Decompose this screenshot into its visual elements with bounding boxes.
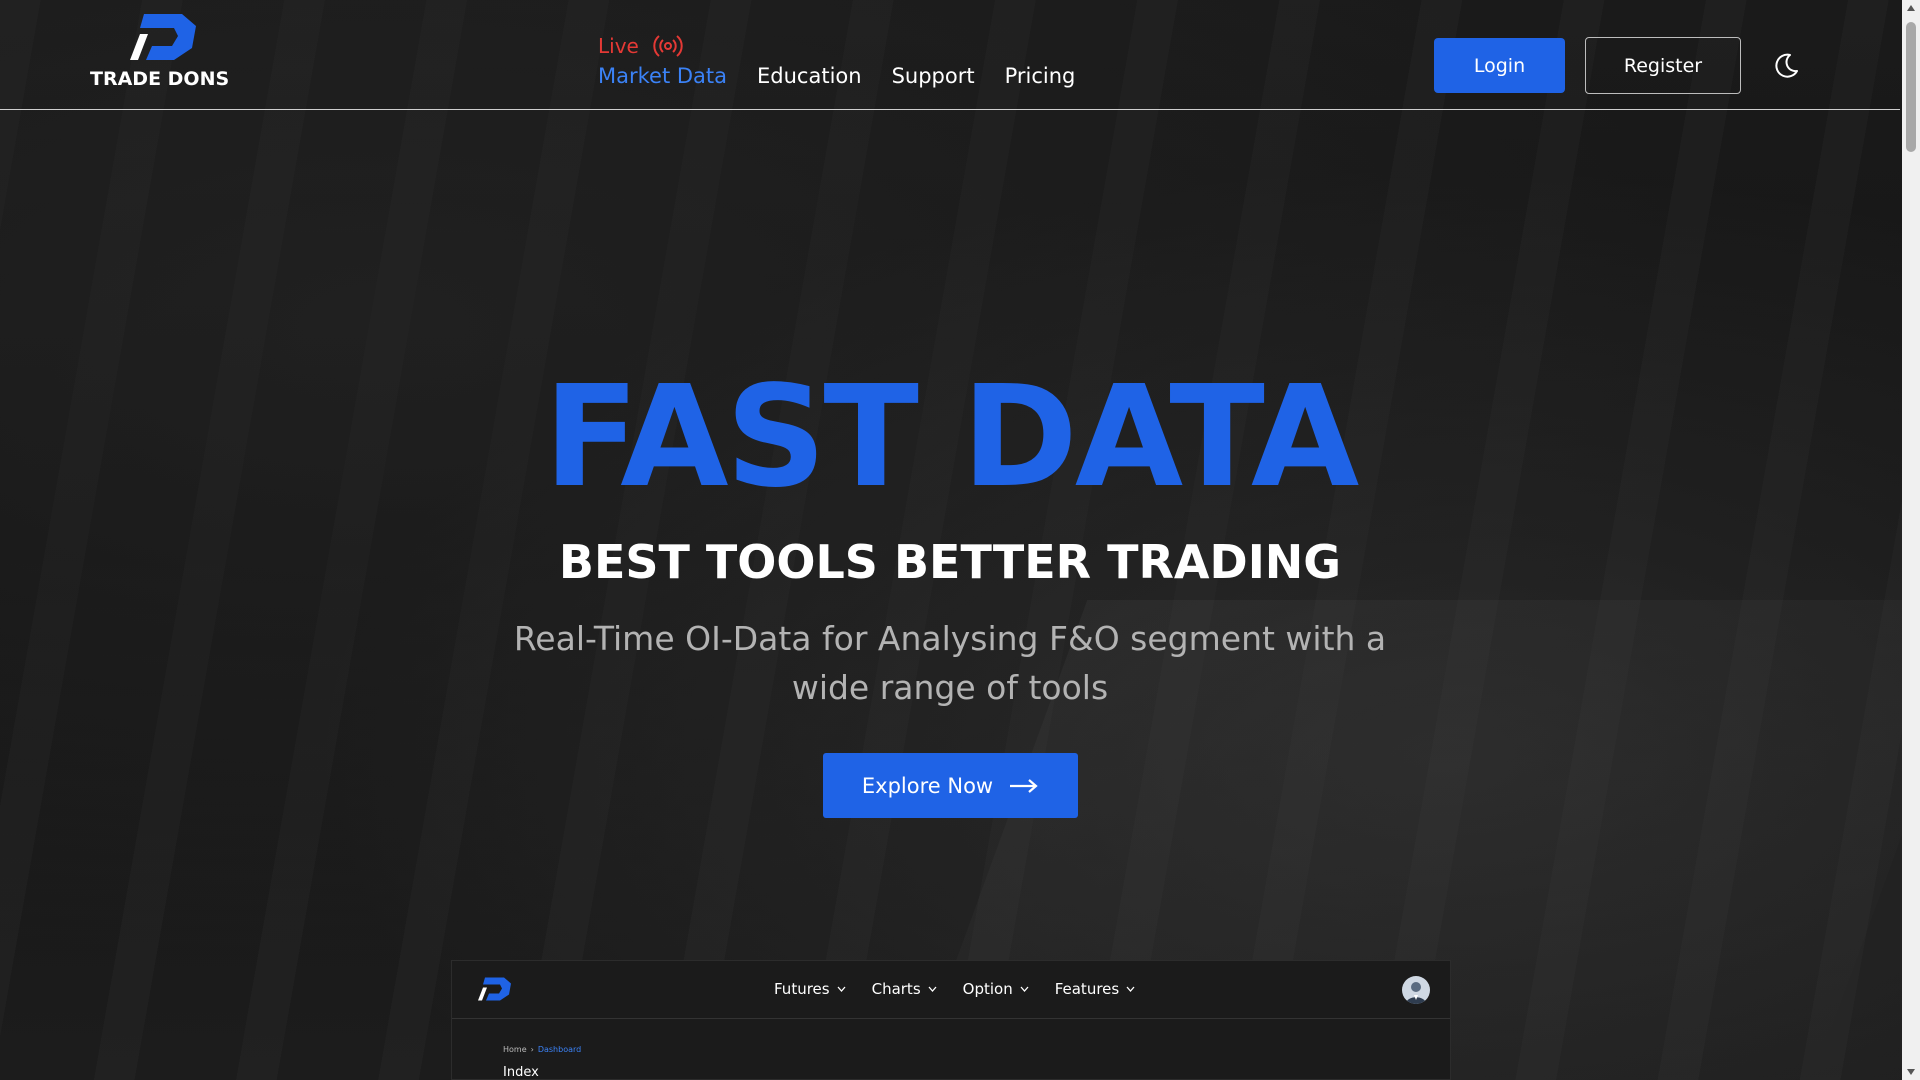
explore-now-label: Explore Now bbox=[861, 773, 994, 798]
scrollbar-thumb[interactable] bbox=[1906, 22, 1916, 152]
scroll-up-arrow-icon[interactable] bbox=[1906, 3, 1916, 13]
live-indicator[interactable]: Live bbox=[598, 34, 683, 58]
preview-menu-futures-label: Futures bbox=[774, 980, 830, 998]
register-button[interactable]: Register bbox=[1585, 37, 1741, 94]
top-navbar: TRADE DONS Live Market Data Education Su… bbox=[0, 0, 1900, 110]
chevron-down-icon bbox=[928, 986, 937, 992]
preview-menu-charts-label: Charts bbox=[871, 980, 921, 998]
preview-menu-option-label: Option bbox=[962, 980, 1013, 998]
preview-menu: Futures Charts Option Features bbox=[774, 980, 1161, 998]
brand-name: TRADE DONS bbox=[90, 68, 230, 90]
section-title: Index bbox=[503, 1065, 539, 1080]
preview-menu-features-label: Features bbox=[1054, 980, 1120, 998]
preview-navbar: Futures Charts Option Features bbox=[452, 961, 1450, 1019]
hero-description: Real-Time OI-Data for Analysing F&O segm… bbox=[513, 619, 1387, 707]
breadcrumb-current: Dashboard bbox=[537, 1045, 582, 1054]
preview-menu-charts[interactable]: Charts bbox=[872, 980, 937, 998]
scroll-down-arrow-icon[interactable] bbox=[1906, 1067, 1916, 1077]
page-scrollbar[interactable] bbox=[1902, 0, 1920, 1080]
arrow-right-icon bbox=[1010, 778, 1038, 793]
preview-menu-futures[interactable]: Futures bbox=[774, 980, 846, 998]
avatar[interactable] bbox=[1402, 976, 1430, 1004]
hero-subtitle: BEST TOOLS BETTER TRADING bbox=[558, 535, 1342, 589]
chevron-down-icon bbox=[1126, 986, 1135, 992]
nav-link-market-data[interactable]: Market Data bbox=[598, 64, 727, 88]
broadcast-icon bbox=[653, 35, 683, 57]
nav-link-education[interactable]: Education bbox=[757, 64, 862, 88]
nav-link-pricing[interactable]: Pricing bbox=[1005, 64, 1076, 88]
moon-icon[interactable] bbox=[1772, 52, 1800, 80]
breadcrumb-home[interactable]: Home bbox=[503, 1045, 527, 1054]
hero-title: FAST DATA bbox=[543, 356, 1360, 519]
breadcrumb: Home › Dashboard bbox=[503, 1045, 581, 1054]
chevron-down-icon bbox=[1020, 986, 1029, 992]
preview-logo-icon[interactable] bbox=[474, 977, 514, 1001]
chevron-down-icon bbox=[837, 986, 846, 992]
user-avatar-icon bbox=[1406, 982, 1426, 1004]
breadcrumb-separator-icon: › bbox=[530, 1045, 534, 1054]
nav-links-row: Market Data Education Support Pricing bbox=[598, 64, 1105, 88]
preview-menu-option[interactable]: Option bbox=[963, 980, 1029, 998]
explore-now-button[interactable]: Explore Now bbox=[823, 753, 1078, 818]
nav-link-support[interactable]: Support bbox=[892, 64, 975, 88]
brand-logo[interactable]: TRADE DONS bbox=[90, 14, 240, 94]
login-button[interactable]: Login bbox=[1434, 38, 1565, 93]
live-label: Live bbox=[598, 34, 639, 58]
logo-mark-icon bbox=[130, 14, 196, 60]
preview-menu-features[interactable]: Features bbox=[1055, 980, 1136, 998]
dashboard-preview: Futures Charts Option Features Home › Da… bbox=[451, 960, 1451, 1080]
